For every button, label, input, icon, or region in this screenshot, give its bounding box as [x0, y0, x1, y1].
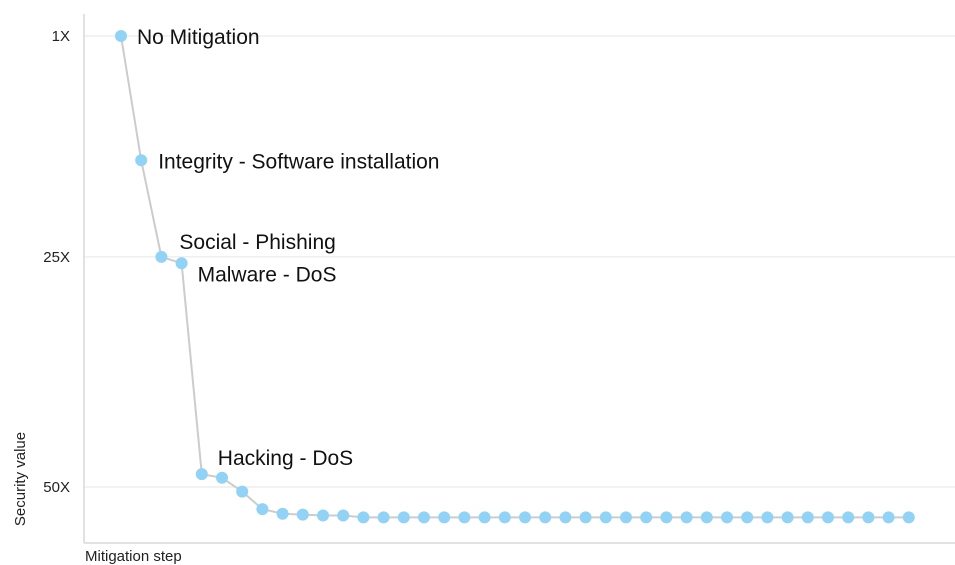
data-point [680, 511, 693, 524]
data-point [438, 511, 451, 524]
data-point [822, 511, 834, 524]
annotation-label: Integrity - Software installation [158, 150, 439, 173]
data-point [135, 154, 148, 167]
data-point [862, 511, 875, 524]
annotation-label: Malware - DoS [198, 263, 337, 286]
data-point [357, 511, 370, 524]
data-point [155, 250, 168, 263]
data-point [801, 511, 814, 524]
data-point [721, 511, 733, 524]
data-point [519, 511, 531, 524]
data-point [418, 511, 430, 524]
data-point [559, 511, 572, 524]
data-point [337, 509, 350, 522]
data-point [377, 511, 390, 524]
annotations: No Mitigation Integrity - Software instal… [137, 26, 439, 470]
data-point [115, 30, 127, 42]
data-point [620, 511, 632, 524]
data-point [276, 507, 289, 520]
data-point [599, 511, 612, 524]
data-point [195, 468, 208, 481]
data-point [256, 503, 269, 516]
data-point [842, 511, 855, 524]
x-axis-title: Mitigation step [85, 548, 182, 565]
data-point [458, 511, 471, 524]
y-tick-label: 1X [52, 28, 70, 45]
y-tick-label: 25X [43, 249, 70, 266]
data-point [660, 511, 673, 524]
annotation-label: Social - Phishing [179, 231, 335, 254]
data-point [882, 511, 895, 524]
data-point [216, 471, 228, 484]
annotation-label: No Mitigation [137, 26, 260, 49]
y-tick-label: 50X [43, 479, 70, 496]
data-point [498, 511, 511, 524]
data-point [478, 511, 491, 524]
data-point [741, 511, 754, 524]
data-point [700, 511, 713, 524]
data-point [175, 257, 188, 270]
data-point [317, 509, 329, 522]
security-value-chart: 1X 25X 50X No Mitigation Integrity - Softwa… [12, 14, 955, 565]
data-point [761, 511, 774, 524]
y-tick-labels: 1X 25X 50X [43, 28, 70, 496]
data-point [640, 511, 653, 524]
gridlines [84, 35, 955, 488]
data-point [781, 511, 794, 524]
y-axis-title: Security value [12, 432, 29, 526]
data-point [296, 508, 309, 521]
data-point [236, 485, 249, 498]
data-point [902, 511, 915, 524]
data-point [539, 511, 552, 524]
data-point [397, 511, 410, 524]
annotation-label: Hacking - DoS [218, 447, 353, 470]
data-point [579, 511, 592, 524]
